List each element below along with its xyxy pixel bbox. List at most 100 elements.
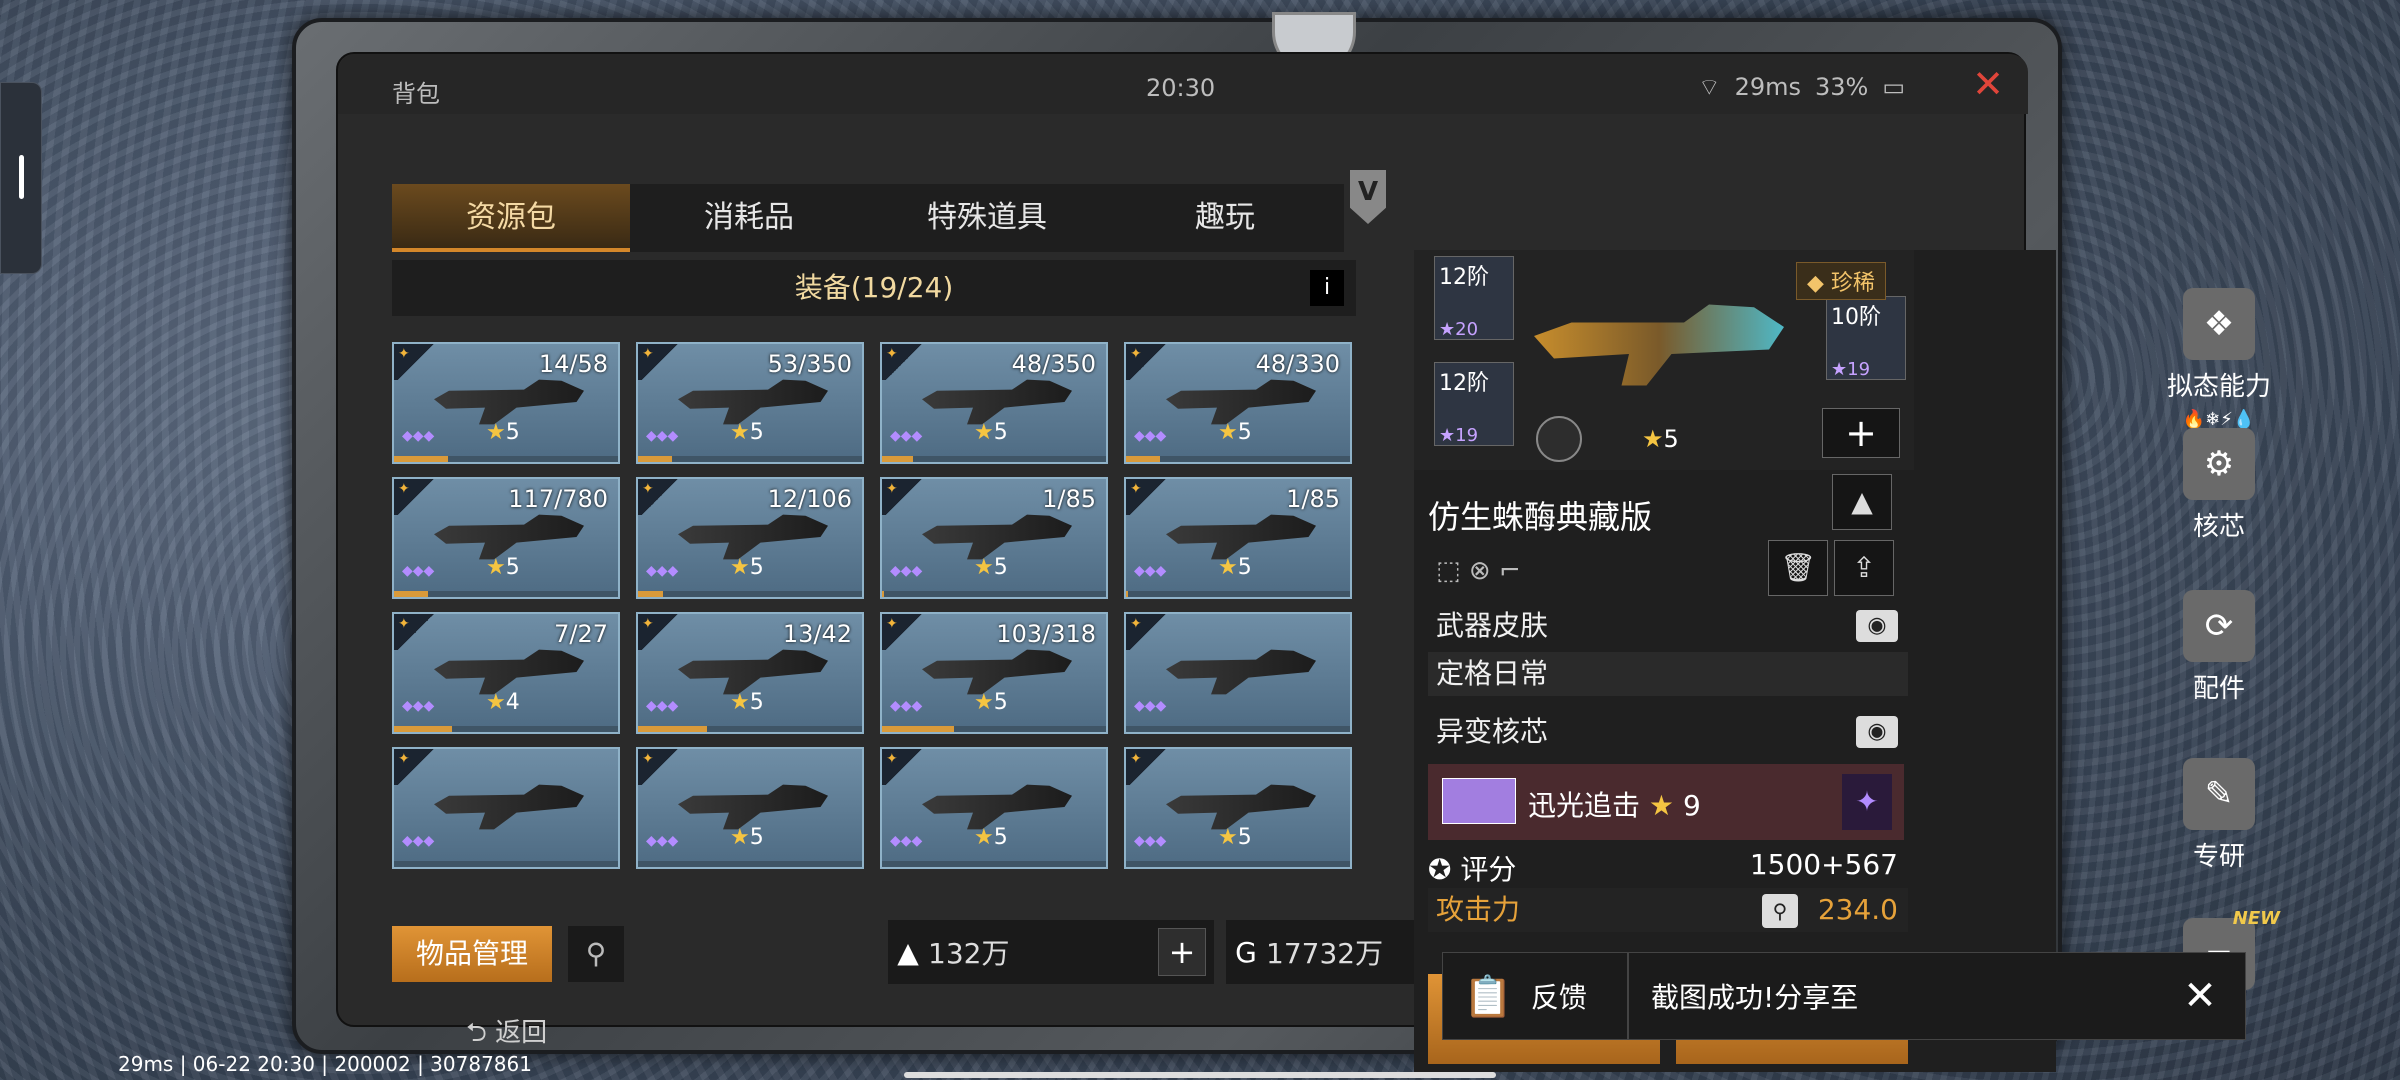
- star-value: 5: [749, 555, 764, 580]
- battery-icon: ▭: [1882, 73, 1906, 101]
- item-stars: ★5: [730, 825, 764, 850]
- side-drawer-handle[interactable]: [0, 82, 42, 274]
- inventory-item-card[interactable]: ✦ 1/85 ◆◆◆ ★5: [1124, 477, 1352, 599]
- inventory-item-card[interactable]: ✦ 13/42 ◆◆◆ ★5: [636, 612, 864, 734]
- star-value: 5: [505, 420, 520, 445]
- item-type-icon: ✦: [394, 479, 438, 515]
- item-progress: [394, 726, 618, 732]
- item-progress: [638, 861, 862, 867]
- inventory-item-card[interactable]: ✦ ◆◆◆ ★5: [1124, 747, 1352, 869]
- item-type-icon: ✦: [394, 614, 438, 650]
- score-icon: ✪: [1428, 853, 1461, 886]
- attachment-slot[interactable]: 10阶 ★19: [1826, 296, 1906, 380]
- inventory-item-card[interactable]: ✦ 103/318 ◆◆◆ ★5: [880, 612, 1108, 734]
- empty-slot-icon[interactable]: [1536, 416, 1582, 462]
- eye-icon[interactable]: ◉: [1856, 610, 1898, 642]
- share-icon[interactable]: ⇪: [1834, 540, 1894, 596]
- rank-dots-icon: ◆◆◆: [890, 698, 923, 714]
- attack-value: 234.0: [1817, 893, 1898, 926]
- tab-consumables[interactable]: 消耗品: [630, 184, 868, 252]
- item-count: 14/58: [538, 350, 608, 378]
- inventory-item-card[interactable]: ✦ ◆◆◆: [1124, 612, 1352, 734]
- core-level: 9: [1682, 789, 1701, 822]
- star-level: 5: [1663, 425, 1679, 453]
- inventory-item-card[interactable]: ✦ 48/350 ◆◆◆ ★5: [880, 342, 1108, 464]
- rank-dots-icon: ◆◆◆: [402, 833, 435, 849]
- nav-label: 配件: [2192, 674, 2245, 704]
- vip-badge-icon[interactable]: V: [1350, 170, 1386, 224]
- star-icon: ★: [974, 825, 994, 850]
- screenshot-toast: 📋 反馈 截图成功!分享至 ✕: [1442, 952, 2246, 1040]
- toast-close-icon[interactable]: ✕: [2155, 973, 2245, 1019]
- filter-icon[interactable]: ⚲: [568, 926, 624, 982]
- star-icon: ★: [1218, 825, 1238, 850]
- nav-core[interactable]: ⚙ 核芯: [2164, 428, 2274, 543]
- delete-icon[interactable]: 🗑: [1768, 540, 1828, 596]
- core-item[interactable]: 迅光追击 ★ 9 ✦: [1428, 764, 1904, 840]
- nav-mimic-ability[interactable]: ❖ 拟态能力 🔥❄⚡💧: [2164, 288, 2274, 430]
- add-attachment-button[interactable]: +: [1822, 408, 1900, 458]
- item-type-icon: ✦: [638, 344, 682, 380]
- star-icon: ★: [1218, 555, 1238, 580]
- close-icon[interactable]: ✕: [1968, 65, 2008, 106]
- star-value: 5: [1237, 555, 1252, 580]
- star-icon: ★: [974, 420, 994, 445]
- inventory-item-card[interactable]: ✦ ◆◆◆ ★5: [636, 747, 864, 869]
- info-icon[interactable]: i: [1310, 270, 1344, 306]
- inventory-item-card[interactable]: ✦ ◆◆◆ ★5: [880, 747, 1108, 869]
- star-value: 5: [993, 690, 1008, 715]
- item-type-icon: ✦: [638, 614, 682, 650]
- nav-research[interactable]: ✎ 专研: [2164, 758, 2274, 873]
- back-icon: ⮌: [466, 1018, 496, 1048]
- score-label: 评分: [1460, 853, 1517, 886]
- item-progress: [882, 726, 1106, 732]
- item-management-button[interactable]: 物品管理: [392, 926, 552, 982]
- inventory-item-card[interactable]: ✦ 12/106 ◆◆◆ ★5: [636, 477, 864, 599]
- item-type-icon: ✦: [638, 479, 682, 515]
- rank-dots-icon: ◆◆◆: [1134, 833, 1167, 849]
- skin-row: 武器皮肤 ◉: [1428, 604, 1908, 648]
- core-icon: ⚙: [2183, 428, 2255, 500]
- star-value: 5: [505, 555, 520, 580]
- add-crystal-button[interactable]: +: [1158, 928, 1206, 976]
- tab-resource-pack[interactable]: 资源包: [392, 184, 630, 252]
- item-type-icon: ✦: [1126, 479, 1170, 515]
- inventory-panel: 背包 20:30 ⌔ 29ms 33% ▭ ✕ 资源包 消耗品 特殊道具 趣玩 …: [336, 52, 2280, 1072]
- home-indicator[interactable]: [904, 1072, 1496, 1078]
- item-count: 48/330: [1255, 350, 1340, 378]
- tab-special-items[interactable]: 特殊道具: [868, 184, 1106, 252]
- feedback-button[interactable]: 📋 反馈: [1443, 952, 1629, 1040]
- star-icon: ★: [486, 555, 506, 580]
- inventory-item-card[interactable]: ✦ ◆◆◆: [392, 747, 620, 869]
- attachment-slot[interactable]: 12阶 ★20: [1434, 256, 1514, 340]
- inventory-item-card[interactable]: ✦ 53/350 ◆◆◆ ★5: [636, 342, 864, 464]
- feedback-icon: 📋: [1463, 973, 1513, 1020]
- attachment-slot[interactable]: 12阶 ★19: [1434, 362, 1514, 446]
- skin-value-row[interactable]: 定格日常: [1428, 652, 1908, 696]
- nav-attachments[interactable]: ⟳ 配件: [2164, 590, 2274, 705]
- eye-icon[interactable]: ◉: [1856, 716, 1898, 748]
- weapon-thumbnail: [1166, 649, 1316, 695]
- upgrade-icon[interactable]: ▲: [1832, 474, 1892, 530]
- inventory-item-card[interactable]: ✦ 48/330 ◆◆◆ ★5: [1124, 342, 1352, 464]
- core-name: 迅光追击: [1528, 789, 1641, 822]
- star-icon: ★: [730, 555, 750, 580]
- tab-fun[interactable]: 趣玩: [1106, 184, 1344, 252]
- item-progress: [638, 591, 862, 597]
- inventory-item-card[interactable]: ✦ 117/780 ◆◆◆ ★5: [392, 477, 620, 599]
- rank-dots-icon: ◆◆◆: [402, 698, 435, 714]
- star-value: 4: [505, 690, 520, 715]
- item-stars: ★5: [1218, 420, 1252, 445]
- research-icon: ✎: [2183, 758, 2255, 830]
- magnifier-icon[interactable]: ⚲: [1762, 894, 1798, 928]
- inventory-item-card[interactable]: ✦ 7/27 ◆◆◆ ★4: [392, 612, 620, 734]
- currency-crystal: ▲ 132万 +: [888, 920, 1214, 984]
- mimic-ability-icon: ❖: [2183, 288, 2255, 360]
- inventory-item-card[interactable]: ✦ 14/58 ◆◆◆ ★5: [392, 342, 620, 464]
- inventory-item-card[interactable]: ✦ 1/85 ◆◆◆ ★5: [880, 477, 1108, 599]
- rank-dots-icon: ◆◆◆: [402, 563, 435, 579]
- star-icon: ★: [730, 825, 750, 850]
- item-count: 7/27: [554, 620, 608, 648]
- star-icon: ★: [974, 690, 994, 715]
- star-icon: ★: [1218, 420, 1238, 445]
